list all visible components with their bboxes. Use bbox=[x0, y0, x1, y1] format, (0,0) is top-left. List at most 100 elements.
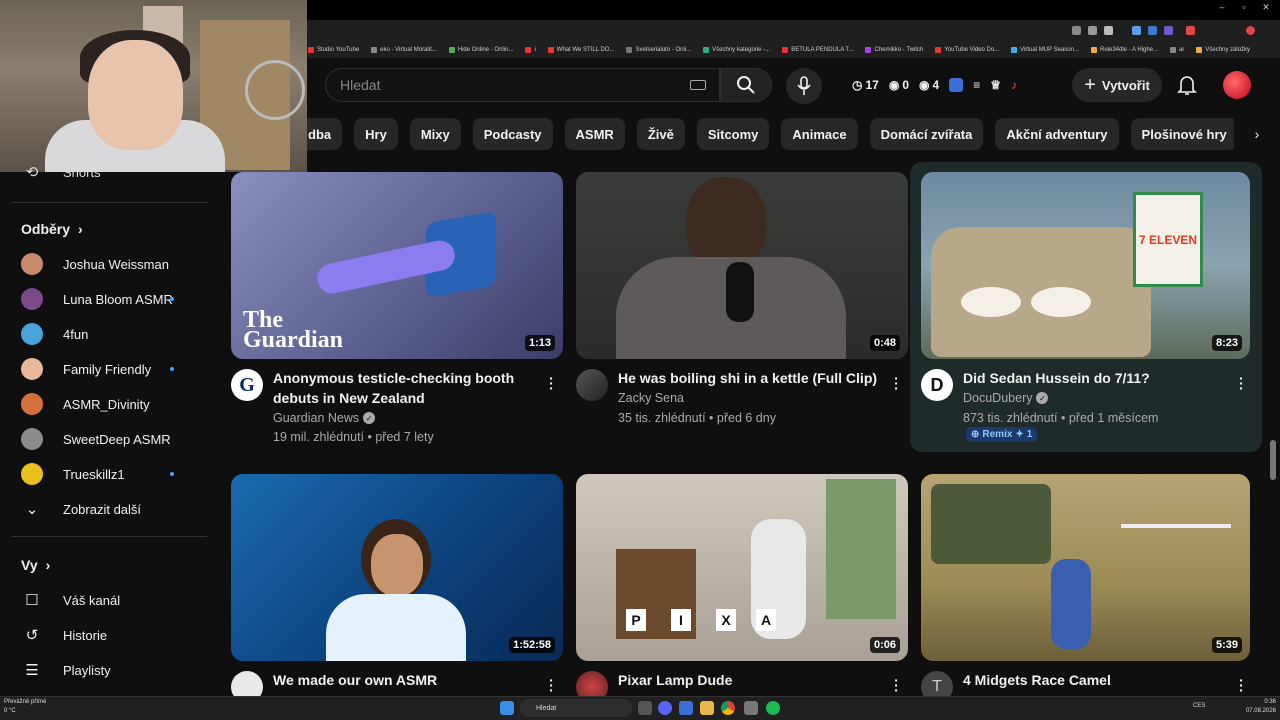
extension-stats[interactable]: ◷ 17 ◉ 0 ◉ 4 ≡ ♕ ♪ bbox=[852, 74, 1017, 96]
channel-avatar[interactable] bbox=[576, 369, 608, 401]
more-options-icon[interactable]: · · · bbox=[888, 673, 904, 697]
more-options-icon[interactable]: · · · bbox=[543, 673, 559, 697]
bookmark-item[interactable]: ar bbox=[1170, 47, 1184, 53]
channel-name[interactable]: Zacky Sena bbox=[618, 391, 684, 405]
chevron-right-icon[interactable]: › bbox=[1234, 118, 1280, 150]
zoom-icon[interactable] bbox=[1072, 26, 1081, 35]
extension-icon[interactable] bbox=[1164, 26, 1173, 35]
profile-icon[interactable] bbox=[1246, 26, 1255, 35]
video-card[interactable]: 0:48 He was boiling shi in a kettle (Ful… bbox=[576, 172, 908, 447]
sidebar-sub-item[interactable]: 4fun bbox=[0, 316, 210, 352]
bookmark-item[interactable]: Hide Online - Onlin... bbox=[448, 47, 513, 53]
sidebar-item-playlists[interactable]: ☰ Playlisty bbox=[0, 652, 210, 688]
weather-widget[interactable]: Převážně přímé 0 °C bbox=[4, 698, 46, 716]
channel-avatar[interactable]: G bbox=[231, 369, 263, 401]
video-thumbnail[interactable]: 5:39 bbox=[921, 474, 1250, 661]
start-icon[interactable] bbox=[500, 701, 514, 715]
bookmark-item[interactable]: Rule34dle - A Highe... bbox=[1090, 47, 1158, 53]
more-options-icon[interactable]: · · · bbox=[543, 371, 559, 395]
account-avatar[interactable] bbox=[1223, 71, 1251, 99]
notifications-button[interactable] bbox=[1174, 72, 1200, 98]
taskbar-clock[interactable]: 0:36 07.08.2026 bbox=[1232, 698, 1276, 716]
chrome-icon[interactable] bbox=[721, 701, 735, 715]
channel-name[interactable]: DocuDubery ✓ bbox=[963, 391, 1049, 405]
sidebar-sub-item[interactable]: ASMR_Divinity bbox=[0, 386, 210, 422]
chip[interactable]: Sitcomy bbox=[696, 118, 770, 150]
more-options-icon[interactable]: · · · bbox=[888, 371, 904, 395]
more-options-icon[interactable]: · · · bbox=[1233, 673, 1249, 697]
language-indicator[interactable]: CES bbox=[1193, 703, 1205, 709]
bookmark-item[interactable]: eko - Virtual Moralit... bbox=[371, 47, 437, 53]
scrollbar-thumb[interactable] bbox=[1270, 440, 1276, 480]
show-more-button[interactable]: ⌄ Zobrazit další bbox=[0, 491, 210, 527]
bookmark-item[interactable]: YouTube Video Do... bbox=[935, 47, 999, 53]
video-title[interactable]: He was boiling shi in a kettle (Full Cli… bbox=[618, 369, 888, 389]
chip[interactable]: Akční adventury bbox=[995, 118, 1119, 150]
subs-heading[interactable]: Odběry › bbox=[21, 221, 83, 237]
sidebar-sub-item[interactable]: Joshua Weissman bbox=[0, 246, 210, 282]
spotify-icon[interactable] bbox=[766, 701, 780, 715]
chip[interactable]: Živě bbox=[636, 118, 685, 150]
taskview-icon[interactable] bbox=[638, 701, 652, 715]
video-thumbnail[interactable]: 1:52:58 bbox=[231, 474, 563, 661]
sidebar-sub-item[interactable]: Family Friendly bbox=[0, 351, 210, 387]
search-input[interactable]: Hledat bbox=[325, 68, 720, 102]
chip[interactable]: Plošinové hry bbox=[1130, 118, 1238, 150]
more-options-icon[interactable]: · · · bbox=[1233, 371, 1249, 395]
video-thumbnail[interactable]: P I XA 0:06 bbox=[576, 474, 908, 661]
app-icon[interactable] bbox=[679, 701, 693, 715]
bookmark-item[interactable]: i bbox=[525, 47, 536, 53]
voice-search-button[interactable] bbox=[786, 68, 822, 104]
bookmark-item[interactable]: Virtual MUP Season... bbox=[1011, 47, 1079, 53]
sidebar-sub-item[interactable]: SweetDeep ASMR bbox=[0, 421, 210, 457]
app-icon[interactable] bbox=[744, 701, 758, 715]
bell-alert-icon[interactable]: ♪ bbox=[1011, 78, 1017, 92]
sidebar-sub-item[interactable]: Luna Bloom ASMR bbox=[0, 281, 210, 317]
video-title[interactable]: Pixar Lamp Dude bbox=[618, 671, 868, 691]
bookmark-item[interactable]: Svetserialuto - Onli... bbox=[626, 47, 691, 53]
install-icon[interactable] bbox=[1088, 26, 1097, 35]
video-title[interactable]: Did Sedan Hussein do 7/11? bbox=[963, 369, 1213, 389]
ext-icon[interactable] bbox=[949, 78, 964, 92]
extension-icon[interactable] bbox=[1132, 26, 1141, 35]
maximize-icon[interactable]: ▫ bbox=[1234, 2, 1254, 12]
video-card[interactable]: 7 ELEVEN 8:23 D Did Sedan Hussein do 7/1… bbox=[921, 172, 1253, 447]
bookmark-item[interactable]: Chemikko - Twitch bbox=[865, 47, 923, 53]
trophy-icon[interactable]: ♕ bbox=[990, 78, 1001, 92]
chip[interactable]: Hry bbox=[354, 118, 398, 150]
chip[interactable]: Podcasty bbox=[472, 118, 553, 150]
bookmark-item[interactable]: BETULA PENDULA T... bbox=[782, 47, 853, 53]
star-icon[interactable] bbox=[1104, 26, 1113, 35]
video-card[interactable]: 1:52:58 We made our own ASMR microphones… bbox=[231, 474, 563, 703]
minimize-icon[interactable]: – bbox=[1212, 2, 1232, 12]
video-thumbnail[interactable]: The Guardian 1:13 bbox=[231, 172, 563, 359]
search-button[interactable] bbox=[720, 68, 772, 102]
list-icon[interactable]: ≡ bbox=[973, 78, 980, 92]
video-thumbnail[interactable]: 7 ELEVEN 8:23 bbox=[921, 172, 1250, 359]
bookmark-item[interactable]: Všechny záložky bbox=[1196, 47, 1250, 53]
taskbar-search[interactable]: Hledat bbox=[520, 699, 632, 717]
you-heading[interactable]: Vy › bbox=[21, 557, 50, 573]
video-title[interactable]: Anonymous testicle-checking booth debuts… bbox=[273, 369, 523, 408]
sidebar-sub-item[interactable]: Trueskillz1 bbox=[0, 456, 210, 492]
sidebar-item-shorts[interactable]: ⟲ Shorts bbox=[0, 162, 210, 182]
bookmark-item[interactable]: What We STILL DO... bbox=[547, 47, 614, 53]
folder-icon[interactable] bbox=[700, 701, 714, 715]
video-card[interactable]: 5:39 T 4 Midgets Race Camel · · · bbox=[921, 474, 1253, 703]
extension-icon[interactable] bbox=[1148, 26, 1157, 35]
video-card[interactable]: P I XA 0:06 Pixar Lamp Dude · · · bbox=[576, 474, 908, 703]
channel-name[interactable]: Guardian News ✓ bbox=[273, 411, 376, 425]
remix-badge[interactable]: ⊕ Remix ✦ 1 bbox=[966, 427, 1038, 442]
keyboard-icon[interactable] bbox=[690, 80, 706, 90]
chip[interactable]: ASMR bbox=[564, 118, 625, 150]
chip[interactable]: Animace bbox=[781, 118, 858, 150]
discord-icon[interactable] bbox=[658, 701, 672, 715]
bookmark-item[interactable]: Studio YouTube bbox=[308, 47, 359, 53]
video-card[interactable]: The Guardian 1:13 G Anonymous testicle-c… bbox=[231, 172, 563, 447]
create-button[interactable]: + Vytvořit bbox=[1072, 68, 1162, 102]
channel-avatar[interactable]: D bbox=[921, 369, 953, 401]
video-title[interactable]: We made our own ASMR microphones. bbox=[273, 671, 523, 690]
chip[interactable]: Mixy bbox=[409, 118, 461, 150]
video-title[interactable]: 4 Midgets Race Camel bbox=[963, 671, 1213, 691]
bookmark-item[interactable]: Všechny kategorie -... bbox=[703, 47, 770, 53]
